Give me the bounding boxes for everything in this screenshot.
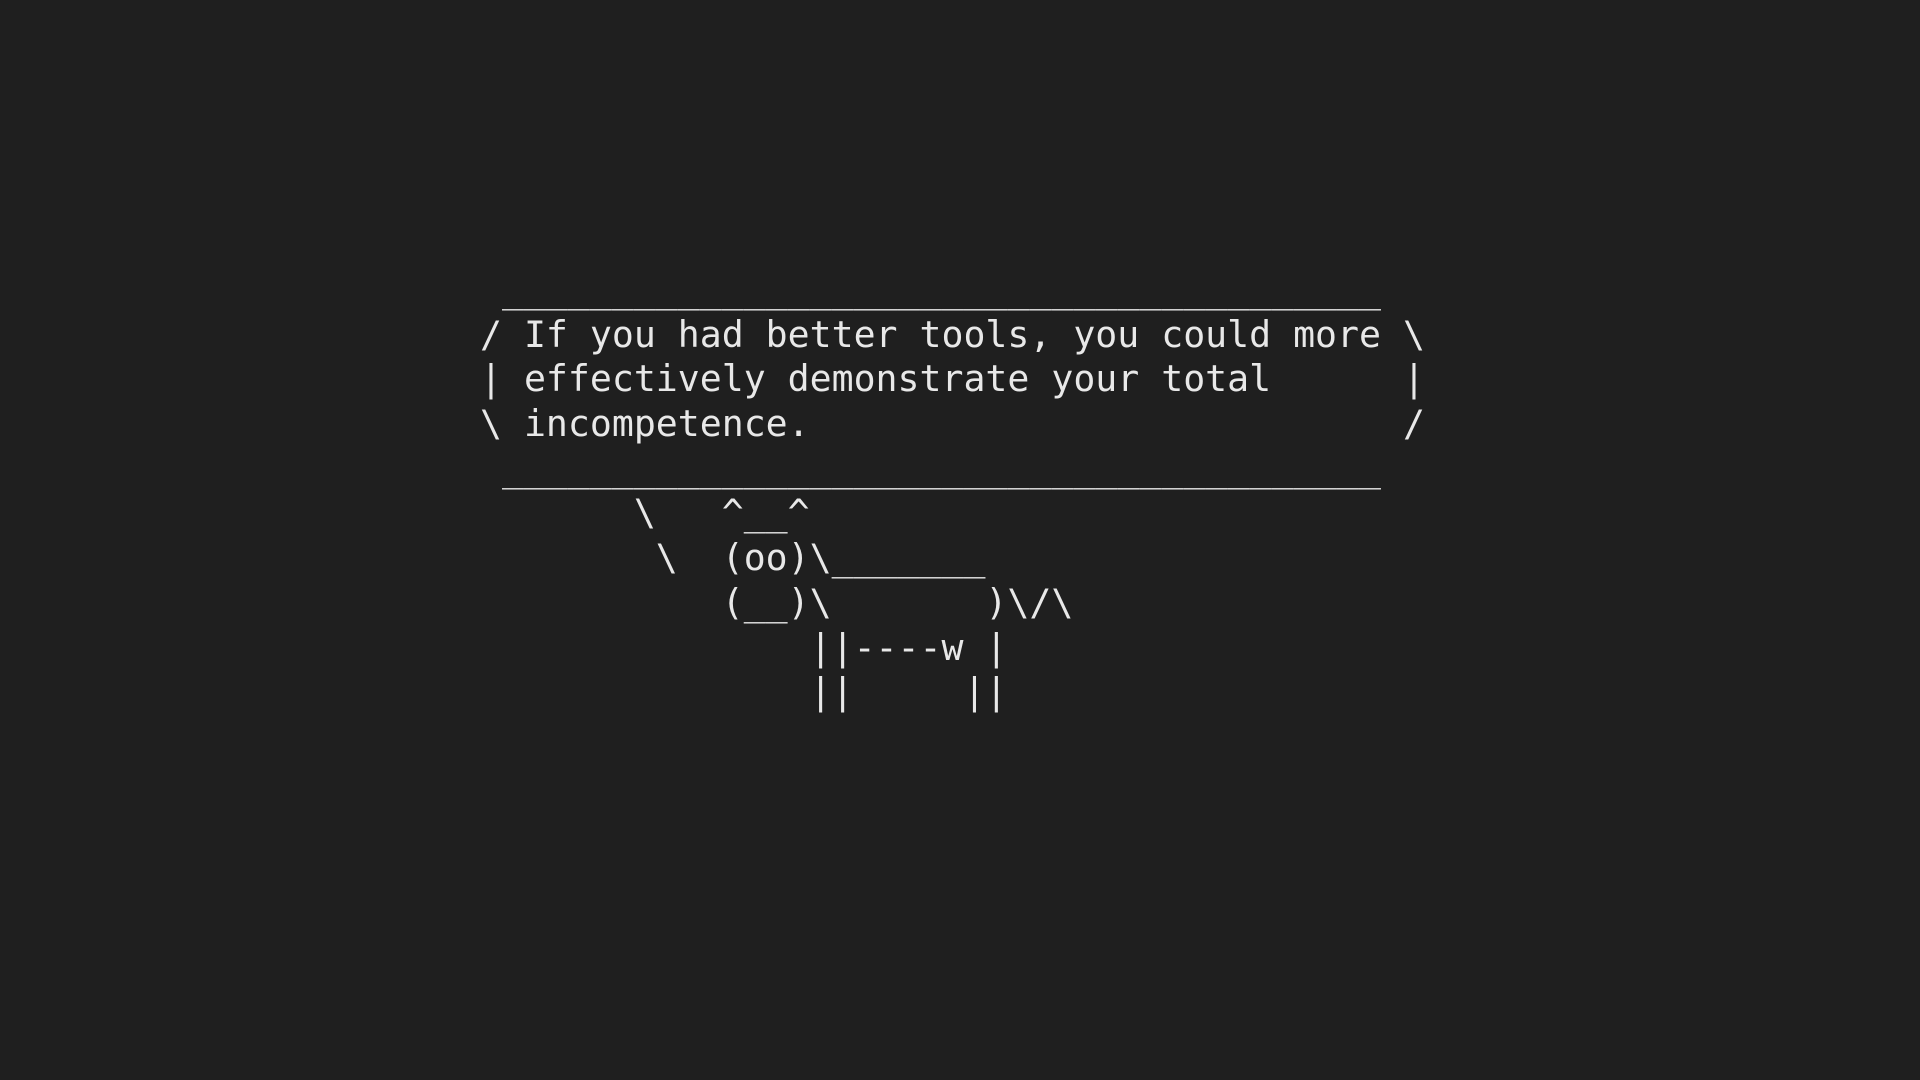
cow-art-ears: \ ^__^ bbox=[480, 491, 810, 535]
terminal-screen: ________________________________________… bbox=[0, 0, 1920, 1080]
speech-bubble-line-3: \ incompetence. / bbox=[480, 402, 1425, 446]
cow-art-face: \ (oo)\_______ bbox=[480, 536, 986, 580]
cow-art-udder: ||----w | bbox=[480, 625, 1008, 669]
cowsay-output: ________________________________________… bbox=[480, 268, 1425, 715]
speech-bubble-line-2: | effectively demonstrate your total | bbox=[480, 357, 1425, 401]
speech-bubble-bottom-border: ________________________________________ bbox=[480, 446, 1381, 490]
cow-art-legs: || || bbox=[480, 670, 1008, 714]
cow-art-body: (__)\ )\/\ bbox=[480, 580, 1074, 624]
speech-bubble-top-border: ________________________________________ bbox=[480, 268, 1381, 311]
speech-bubble-line-1: / If you had better tools, you could mor… bbox=[480, 312, 1425, 356]
